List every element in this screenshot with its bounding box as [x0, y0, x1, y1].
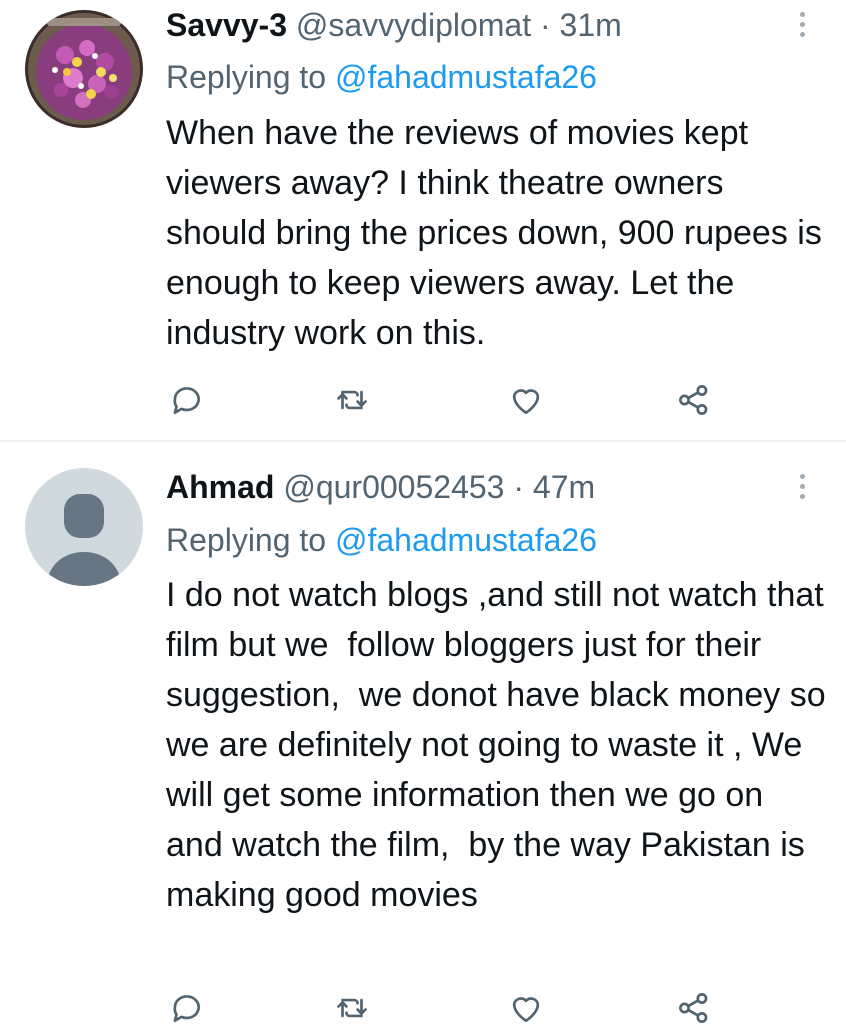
tweet-actions: [160, 988, 720, 1024]
like-button[interactable]: [504, 380, 548, 420]
replying-to-label: Replying to: [166, 522, 335, 558]
mention-link[interactable]: @fahadmustafa26: [335, 59, 597, 95]
like-button[interactable]: [504, 988, 548, 1024]
heart-icon: [512, 997, 540, 1023]
replying-to-line: Replying to @fahadmustafa26: [166, 517, 597, 563]
reply-icon: [173, 387, 200, 415]
display-name[interactable]: Savvy-3: [166, 7, 287, 43]
user-handle[interactable]: @qur00052453: [283, 469, 504, 505]
share-icon: [679, 385, 708, 415]
separator-dot: ·: [540, 7, 551, 43]
share-button[interactable]: [672, 988, 716, 1024]
user-handle[interactable]: @savvydiplomat: [296, 7, 531, 43]
tweet-actions: [160, 380, 720, 420]
replying-to-line: Replying to @fahadmustafa26: [166, 54, 597, 100]
reply-button[interactable]: [164, 988, 208, 1024]
reply-icon: [173, 995, 200, 1023]
avatar[interactable]: [25, 468, 143, 586]
separator-dot: ·: [513, 469, 524, 505]
mention-link[interactable]: @fahadmustafa26: [335, 522, 597, 558]
more-options-icon[interactable]: [788, 4, 816, 44]
default-avatar-icon: [25, 468, 143, 586]
more-options-icon[interactable]: [788, 466, 816, 506]
reply-button[interactable]: [164, 380, 208, 420]
flower-avatar-image: [25, 10, 143, 128]
retweet-icon: [337, 390, 367, 410]
tweet-feed: Savvy-3 @savvydiplomat · 31m Replying to…: [0, 0, 846, 1024]
heart-icon: [512, 389, 540, 415]
timestamp[interactable]: 31m: [560, 7, 622, 43]
share-icon: [679, 993, 708, 1023]
timestamp[interactable]: 47m: [533, 469, 595, 505]
tweet-header: Savvy-3 @savvydiplomat · 31m: [166, 2, 622, 48]
tweet-text: I do not watch blogs ,and still not watc…: [166, 576, 836, 914]
retweet-button[interactable]: [330, 380, 374, 420]
retweet-icon: [337, 998, 367, 1018]
share-button[interactable]: [672, 380, 716, 420]
tweet[interactable]: Ahmad @qur00052453 · 47m Replying to @fa…: [0, 442, 846, 1024]
avatar[interactable]: [25, 10, 143, 128]
tweet-text: When have the reviews of movies kept vie…: [166, 114, 832, 352]
replying-to-label: Replying to: [166, 59, 335, 95]
tweet[interactable]: Savvy-3 @savvydiplomat · 31m Replying to…: [0, 0, 846, 440]
display-name[interactable]: Ahmad: [166, 469, 274, 505]
retweet-button[interactable]: [330, 988, 374, 1024]
tweet-header: Ahmad @qur00052453 · 47m: [166, 464, 595, 510]
